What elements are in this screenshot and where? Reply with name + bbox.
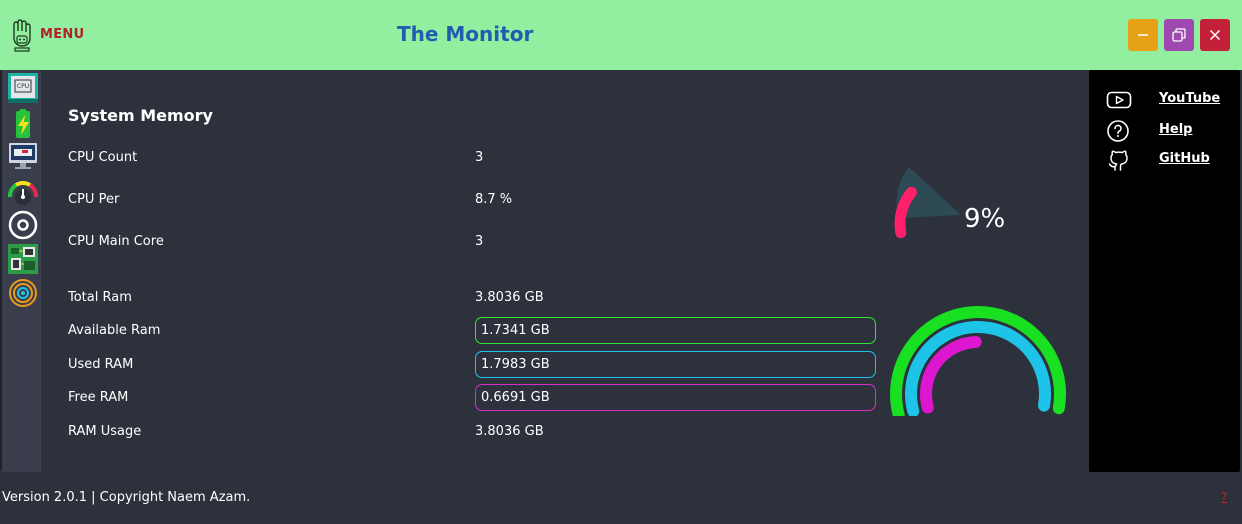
menu-button[interactable]: MENU [40,27,84,42]
cpu-count-value: 3 [475,150,484,165]
cpu-per-value: 8.7 % [475,192,513,207]
minimize-icon [1138,34,1148,36]
ram-usage-gauge [890,306,1067,416]
github-link[interactable]: GitHub [1159,151,1210,166]
network-signal-icon[interactable] [7,277,39,309]
used-ram-label: Used RAM [68,357,134,372]
restore-icon [1172,28,1186,42]
cpu-percent-text: 9% [964,204,1006,234]
app-title: The Monitor [397,22,534,46]
links-panel: YouTube Help GitHub [1089,70,1240,472]
total-ram-value: 3.8036 GB [475,290,544,305]
version-text: Version 2.0.1 | Copyright Naem Azam. [2,490,251,505]
section-title: System Memory [68,106,213,125]
cpu-main-core-value: 3 [475,234,484,249]
disk-icon[interactable] [7,209,39,241]
cpu-count-label: CPU Count [68,150,138,165]
speedometer-icon[interactable] [7,175,39,207]
close-icon [1209,29,1221,41]
youtube-icon [1106,91,1132,109]
cpu-main-core-label: CPU Main Core [68,234,164,249]
system-monitor-icon[interactable] [7,140,39,172]
battery-charging-icon[interactable] [7,108,39,140]
footer: Version 2.0.1 | Copyright Naem Azam. ? [0,472,1242,524]
free-ram-field[interactable]: 0.6691 GB [475,384,876,411]
cpu-per-label: CPU Per [68,192,120,207]
help-link[interactable]: Help [1159,122,1192,137]
github-icon [1108,150,1128,171]
sidebar: CPU [2,70,41,472]
github-link-row[interactable]: GitHub [1106,148,1236,172]
minimize-button[interactable] [1128,19,1158,51]
help-icon [1107,120,1129,142]
svg-text:CPU: CPU [17,83,29,90]
youtube-link-row[interactable]: YouTube [1106,88,1236,112]
main-content: System Memory CPU Count 3 CPU Per 8.7 % … [41,70,1089,472]
circuit-board-icon[interactable] [7,243,39,275]
hand-robot-icon [13,19,31,52]
cpu-chip-icon[interactable]: CPU [7,72,39,104]
ram-usage-value: 3.8036 GB [475,424,544,439]
maximize-button[interactable] [1164,19,1194,51]
youtube-link[interactable]: YouTube [1159,91,1220,106]
help-link-row[interactable]: Help [1106,119,1236,143]
title-bar: MENU The Monitor [0,0,1242,70]
total-ram-label: Total Ram [68,290,132,305]
free-ram-label: Free RAM [68,390,129,405]
close-button[interactable] [1200,19,1230,51]
available-ram-label: Available Ram [68,323,161,338]
used-ram-field[interactable]: 1.7983 GB [475,351,876,378]
ram-usage-label: RAM Usage [68,424,142,439]
available-ram-field[interactable]: 1.7341 GB [475,317,876,344]
help-question-mark[interactable]: ? [1221,490,1227,504]
